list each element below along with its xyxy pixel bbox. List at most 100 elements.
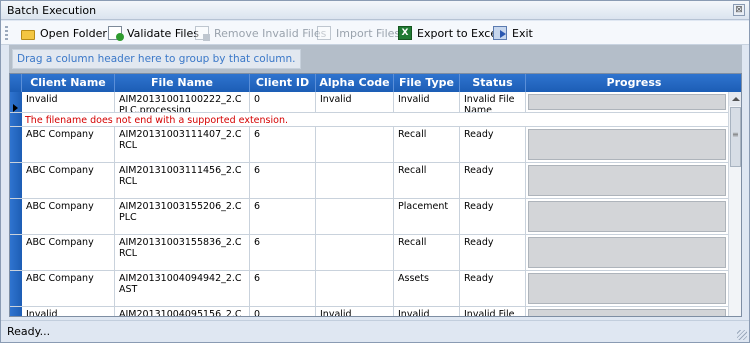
validate-files-label: Validate Files — [127, 26, 199, 40]
cell-file-type: Invalid — [394, 92, 460, 112]
excel-icon: X — [398, 26, 412, 40]
row-selector[interactable] — [10, 127, 22, 162]
cell-file-name: AIM20131001100222_2.CPLC.processing — [115, 92, 250, 112]
header-corner — [10, 74, 22, 92]
column-header-client-name[interactable]: Client Name — [22, 74, 115, 92]
group-by-hint: Drag a column header here to group by th… — [12, 49, 301, 69]
cell-alpha-code: Invalid — [316, 92, 394, 112]
validate-files-button[interactable]: Validate Files — [108, 25, 199, 41]
cell-client-name: ABC Company — [22, 235, 115, 270]
exit-button[interactable]: Exit — [493, 25, 533, 41]
scroll-up-icon[interactable] — [729, 92, 741, 106]
cell-alpha-code: Invalid — [316, 307, 394, 316]
table-row[interactable]: ABC Company AIM20131004094942_2.CAST 6 A… — [10, 271, 728, 307]
cell-alpha-code — [316, 271, 394, 306]
import-files-button[interactable]: Import Files — [317, 25, 400, 41]
error-message: The filename does not end with a support… — [25, 115, 288, 126]
cell-status: Ready — [460, 127, 526, 162]
status-bar: Ready... — [1, 320, 749, 342]
table-row[interactable]: ABC Company AIM20131003111407_2.CRCL 6 R… — [10, 127, 728, 163]
column-header-status[interactable]: Status — [460, 74, 526, 92]
cell-client-id: 6 — [250, 235, 316, 270]
column-header-alpha-code[interactable]: Alpha Code — [316, 74, 394, 92]
column-header-file-name[interactable]: File Name — [115, 74, 250, 92]
cell-file-type: Placement — [394, 199, 460, 234]
row-selector[interactable] — [10, 163, 22, 198]
table-row[interactable]: ABC Company AIM20131003111456_2.CRCL 6 R… — [10, 163, 728, 199]
cell-status: Ready — [460, 163, 526, 198]
open-folder-label: Open Folder — [40, 26, 107, 40]
batch-execution-window: Batch Execution ⊠ Open Folder Validate F… — [0, 0, 750, 343]
remove-invalid-files-button[interactable]: Remove Invalid Files — [195, 25, 326, 41]
window-title: Batch Execution — [7, 4, 97, 17]
row-selector[interactable] — [10, 235, 22, 270]
progress-bar — [528, 309, 726, 316]
cell-client-id: 6 — [250, 199, 316, 234]
cell-file-name: AIM20131003111407_2.CRCL — [115, 127, 250, 162]
cell-file-name: AIM20131004094942_2.CAST — [115, 271, 250, 306]
cell-alpha-code — [316, 163, 394, 198]
cell-file-type: Recall — [394, 163, 460, 198]
table-row[interactable]: ABC Company AIM20131003155836_2.CRCL 6 R… — [10, 235, 728, 271]
cell-client-id: 0 — [250, 92, 316, 112]
cell-client-id: 6 — [250, 163, 316, 198]
progress-bar — [528, 165, 726, 196]
progress-bar — [528, 237, 726, 268]
cell-client-name: ABC Company — [22, 127, 115, 162]
files-grid: Client Name File Name Client ID Alpha Co… — [9, 73, 742, 317]
cell-file-name: AIM20131004095156_2.CAST.pr — [115, 307, 250, 316]
cell-file-type: Invalid — [394, 307, 460, 316]
resize-grip[interactable] — [737, 330, 747, 340]
import-files-label: Import Files — [336, 26, 401, 40]
title-bar: Batch Execution ⊠ — [1, 1, 749, 20]
scroll-thumb[interactable] — [730, 107, 741, 167]
cell-client-name: Invalid — [22, 92, 115, 112]
cell-client-name: ABC Company — [22, 199, 115, 234]
cell-alpha-code — [316, 235, 394, 270]
progress-bar — [528, 201, 726, 232]
open-folder-button[interactable]: Open Folder — [21, 25, 107, 41]
column-header-file-type[interactable]: File Type — [394, 74, 460, 92]
cell-file-name: AIM20131003155206_2.CPLC — [115, 199, 250, 234]
cell-file-type: Assets — [394, 271, 460, 306]
row-selector[interactable] — [10, 271, 22, 306]
exit-icon — [493, 26, 507, 40]
table-row[interactable]: Invalid AIM20131004095156_2.CAST.pr 0 In… — [10, 307, 728, 316]
progress-bar — [528, 94, 726, 110]
cell-status: Ready — [460, 235, 526, 270]
cell-file-name: AIM20131003155836_2.CRCL — [115, 235, 250, 270]
row-selector[interactable] — [10, 199, 22, 234]
row-error: The filename does not end with a support… — [10, 113, 728, 127]
row-selector — [10, 113, 22, 126]
cell-status: Invalid File Name — [460, 92, 526, 112]
cell-client-name: ABC Company — [22, 271, 115, 306]
export-to-excel-label: Export to Excel — [417, 26, 501, 40]
cell-status: Ready — [460, 271, 526, 306]
remove-files-icon — [195, 26, 210, 41]
cell-alpha-code — [316, 127, 394, 162]
toolbar: Open Folder Validate Files Remove Invali… — [1, 21, 749, 45]
row-selector[interactable] — [10, 92, 22, 112]
cell-client-name: Invalid — [22, 307, 115, 316]
column-header-client-id[interactable]: Client ID — [250, 74, 316, 92]
table-row[interactable]: ABC Company AIM20131003155206_2.CPLC 6 P… — [10, 199, 728, 235]
toolbar-grip[interactable] — [5, 26, 8, 40]
cell-file-type: Recall — [394, 127, 460, 162]
column-header-progress[interactable]: Progress — [526, 74, 741, 92]
group-by-panel[interactable]: Drag a column header here to group by th… — [9, 45, 742, 73]
table-row[interactable]: Invalid AIM20131001100222_2.CPLC.process… — [10, 92, 728, 113]
export-to-excel-button[interactable]: X Export to Excel — [398, 25, 500, 41]
cell-status: Ready — [460, 199, 526, 234]
close-icon[interactable]: ⊠ — [733, 4, 745, 16]
grid-header: Client Name File Name Client ID Alpha Co… — [10, 74, 741, 92]
row-selector[interactable] — [10, 307, 22, 316]
vertical-scrollbar[interactable] — [728, 92, 741, 316]
cell-alpha-code — [316, 199, 394, 234]
remove-invalid-files-label: Remove Invalid Files — [214, 26, 327, 40]
cell-client-name: ABC Company — [22, 163, 115, 198]
cell-status: Invalid File — [460, 307, 526, 316]
validate-icon — [108, 26, 124, 41]
exit-label: Exit — [512, 26, 533, 40]
progress-bar — [528, 273, 726, 304]
import-icon — [317, 26, 331, 40]
